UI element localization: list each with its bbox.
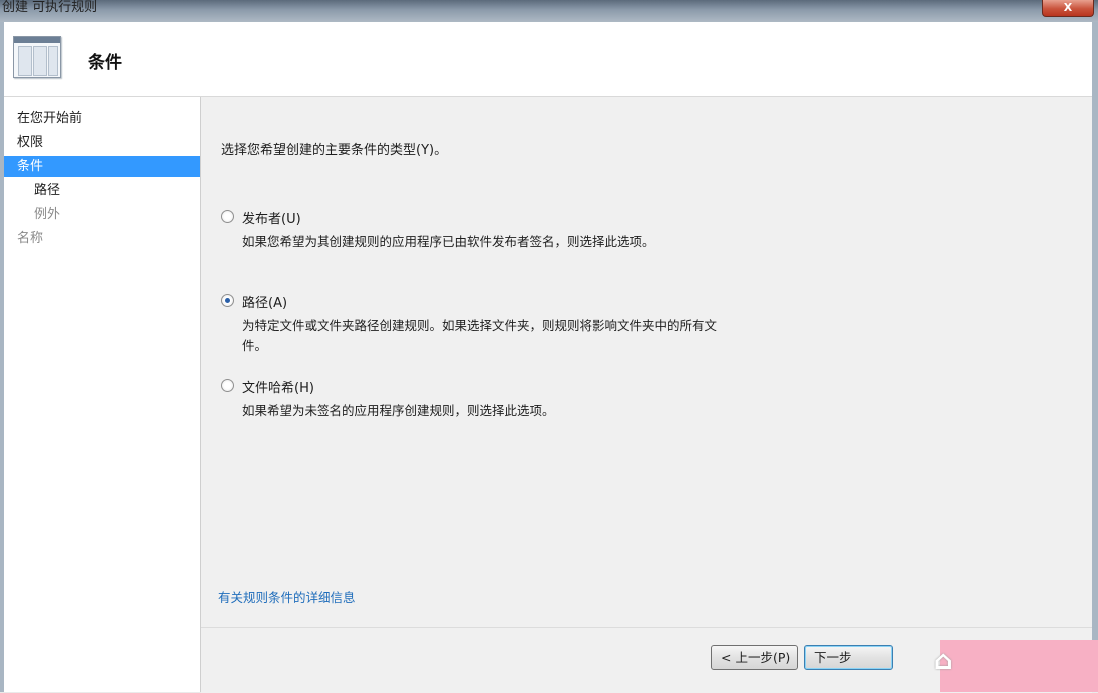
step-name: 名称 [17, 231, 44, 246]
title-bar: 创建 可执行规则 X [0, 0, 1098, 22]
page-title: 条件 [88, 53, 122, 73]
step-permissions[interactable]: 权限 [4, 132, 200, 153]
rule-conditions-info-link[interactable]: 有关规则条件的详细信息 [218, 587, 356, 606]
file-hash-radio[interactable] [221, 379, 234, 392]
path-label[interactable]: 路径(A) [242, 292, 287, 311]
wizard-steps-sidebar: 在您开始前 权限 条件 路径 例外 名称 [4, 97, 201, 692]
file-hash-label[interactable]: 文件哈希(H) [242, 377, 314, 396]
step-conditions[interactable]: 条件 [4, 156, 200, 177]
previous-button[interactable]: < 上一步(P) [711, 645, 798, 670]
wizard-content: 选择您希望创建的主要条件的类型(Y)。 发布者(U) 如果您希望为其创建规则的应… [201, 97, 1092, 627]
condition-type-prompt: 选择您希望创建的主要条件的类型(Y)。 [221, 143, 448, 158]
window-title: 创建 可执行规则 [2, 0, 98, 15]
step-exceptions: 例外 [34, 207, 61, 222]
publisher-description: 如果您希望为其创建规则的应用程序已由软件发布者签名，则选择此选项。 [242, 234, 655, 249]
wizard-header: 条件 [4, 22, 1092, 97]
next-button[interactable]: 下一步 [804, 645, 893, 670]
path-description: 为特定文件或文件夹路径创建规则。如果选择文件夹，则规则将影响文件夹中的所有文件。 [242, 318, 718, 353]
file-hash-description: 如果希望为未签名的应用程序创建规则，则选择此选项。 [242, 403, 555, 418]
step-before-you-begin[interactable]: 在您开始前 [4, 108, 200, 129]
window-frame-right [1092, 22, 1098, 692]
publisher-radio[interactable] [221, 210, 234, 223]
step-path[interactable]: 路径 [4, 180, 200, 201]
watermark-logo-icon: ⌂ [934, 646, 953, 676]
close-button[interactable]: X [1042, 0, 1094, 17]
watermark-badge: ⌂ [934, 640, 1098, 692]
path-radio[interactable] [221, 294, 234, 307]
publisher-label[interactable]: 发布者(U) [242, 208, 301, 227]
wizard-page-icon [13, 36, 61, 78]
